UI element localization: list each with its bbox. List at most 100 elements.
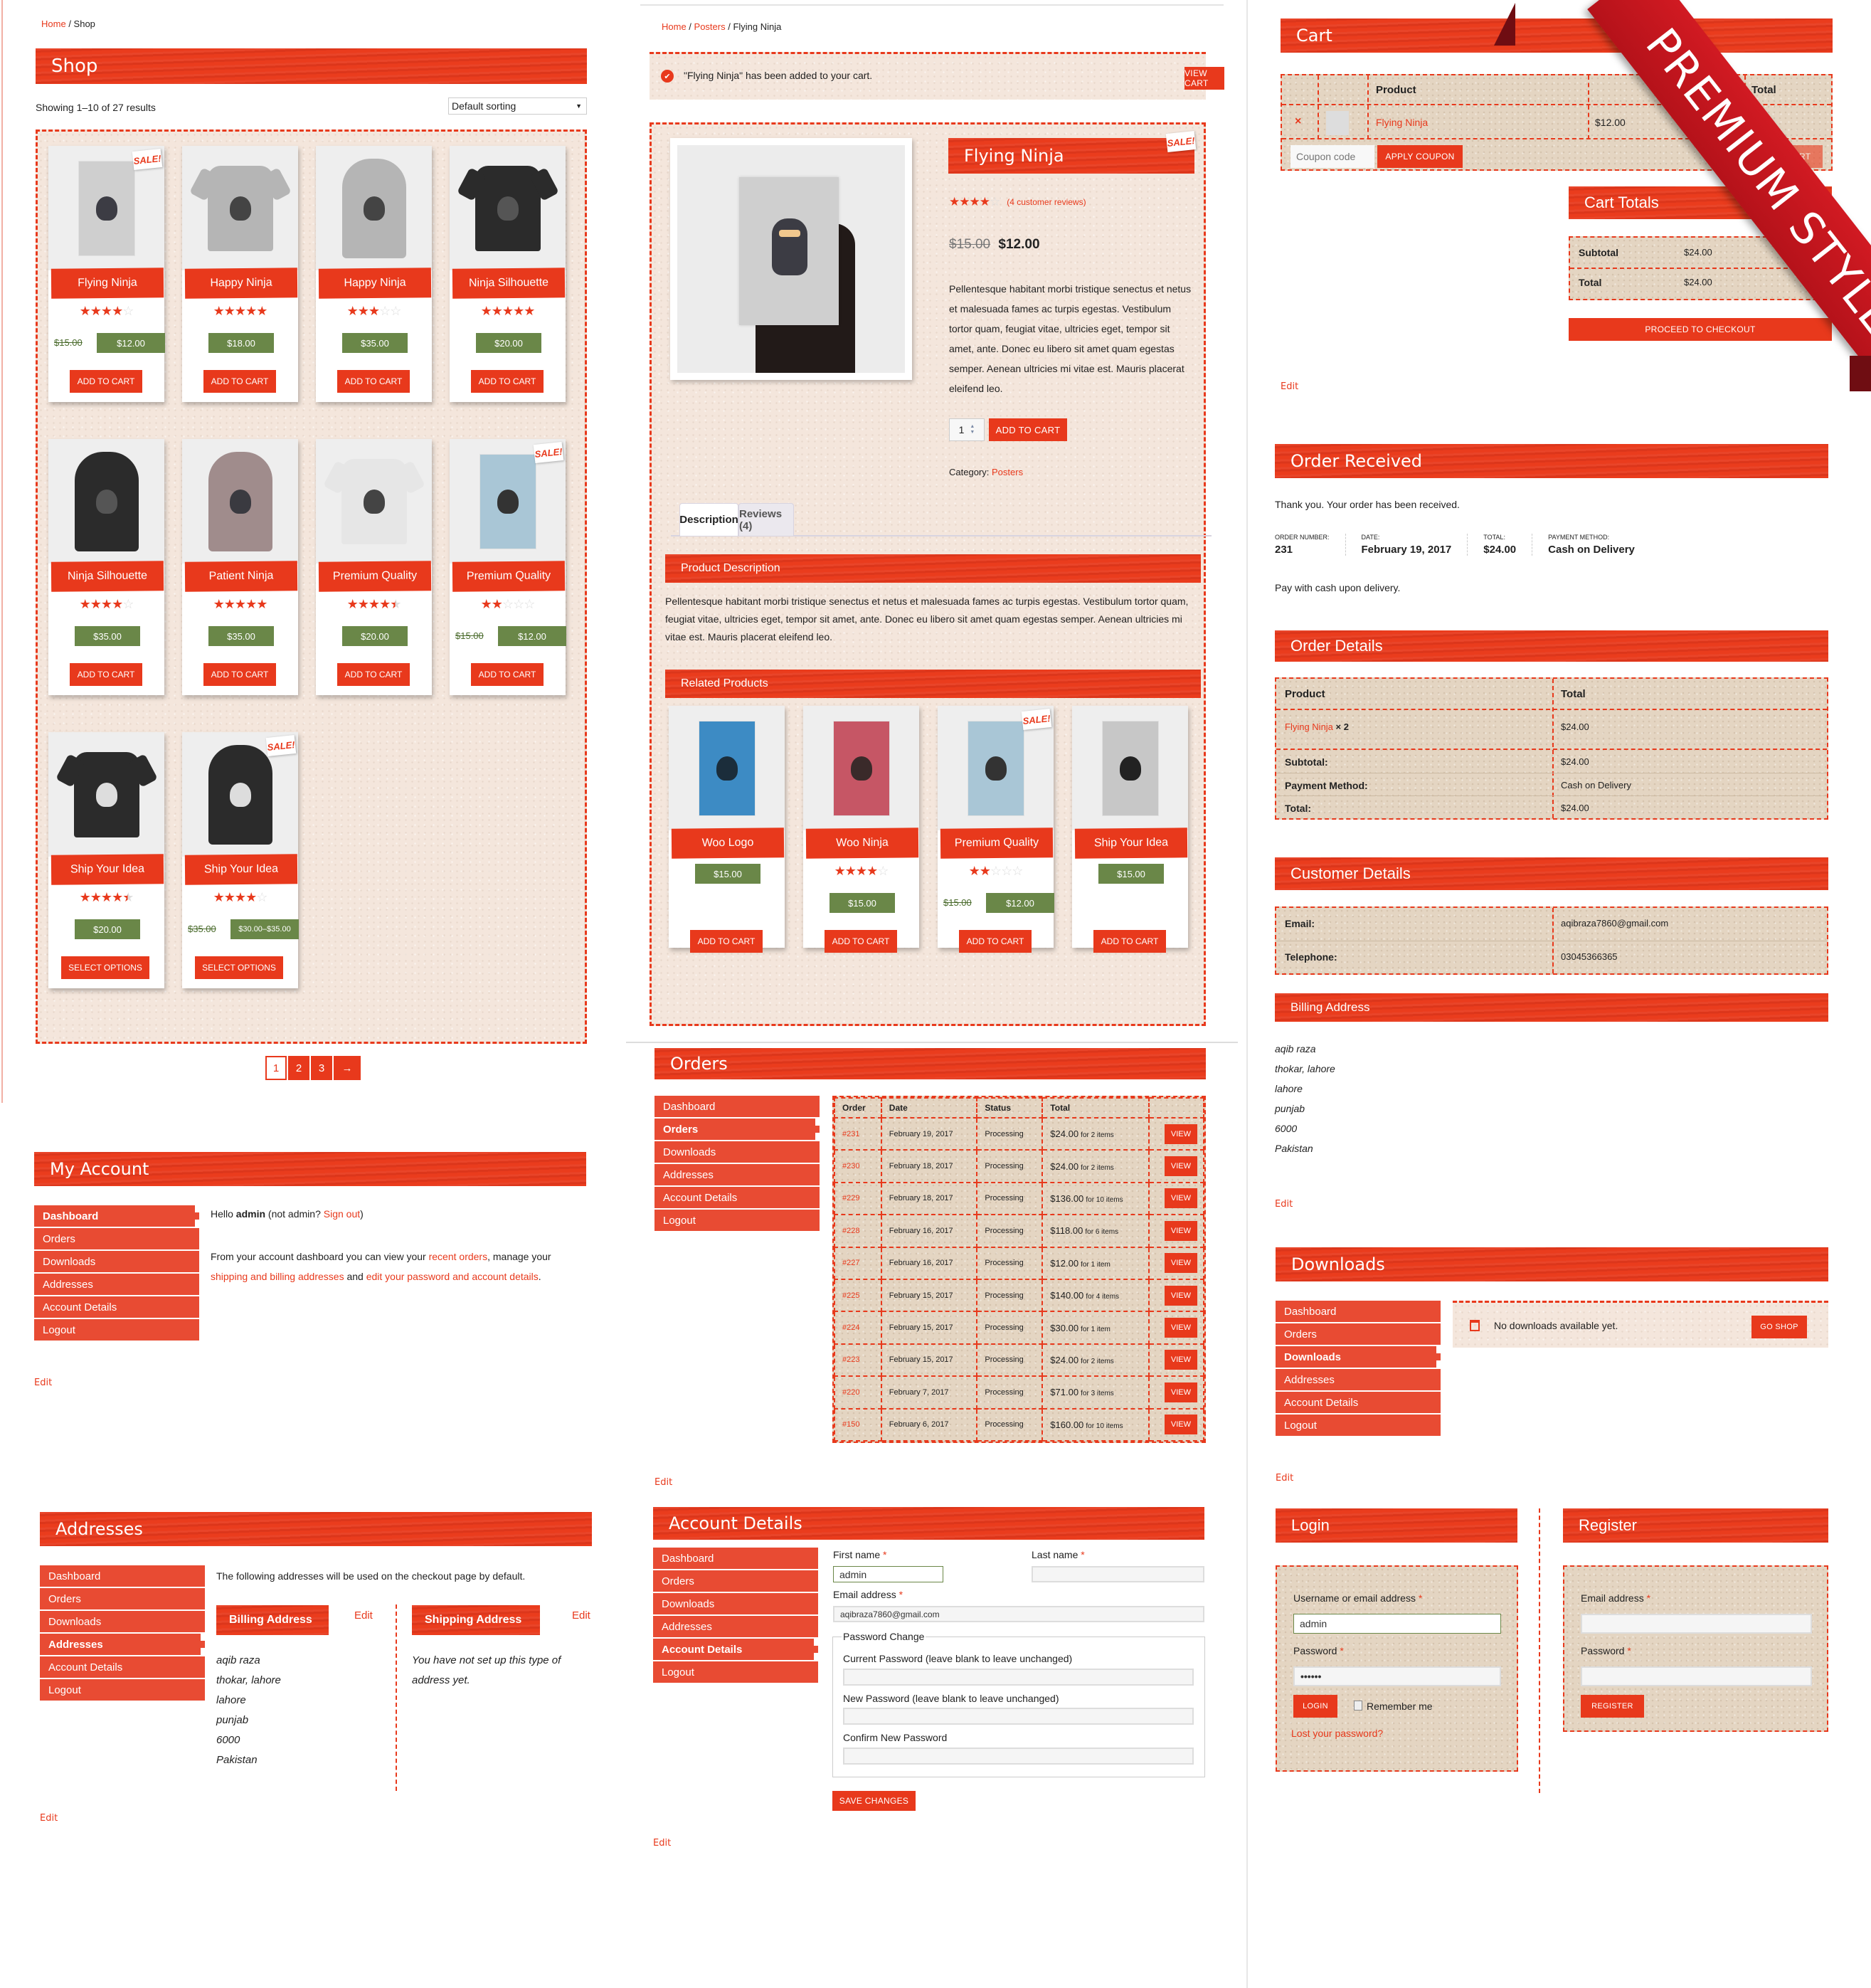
add-to-cart-button[interactable]: ADD TO CART: [337, 663, 410, 686]
nav-item-dashboard[interactable]: Dashboard: [654, 1096, 820, 1117]
view-order-button[interactable]: VIEW: [1164, 1318, 1197, 1338]
username-input[interactable]: [1293, 1614, 1501, 1634]
nav-item-addresses[interactable]: Addresses: [654, 1164, 820, 1185]
coupon-code-input[interactable]: [1290, 145, 1374, 168]
addresses-link[interactable]: shipping and billing addresses: [211, 1271, 344, 1282]
register-email-input[interactable]: [1581, 1614, 1812, 1634]
product-card[interactable]: SALE! Flying Ninja ★★★★☆ $15.00 $12.00 ADD TO…: [48, 146, 165, 402]
view-order-button[interactable]: VIEW: [1164, 1220, 1197, 1241]
nav-item-dashboard[interactable]: Dashboard: [40, 1565, 205, 1587]
nav-item-account-details[interactable]: Account Details: [34, 1296, 199, 1318]
account-details-link[interactable]: edit your password and account details: [366, 1271, 539, 1282]
lost-password-link[interactable]: Lost your password?: [1291, 1728, 1383, 1739]
password-input[interactable]: [1293, 1666, 1501, 1686]
product-title[interactable]: Premium Quality: [318, 561, 432, 592]
view-order-button[interactable]: VIEW: [1164, 1382, 1197, 1402]
order-number-link[interactable]: #230: [842, 1162, 859, 1170]
select-options-button[interactable]: SELECT OPTIONS: [195, 956, 283, 979]
order-number-link[interactable]: #150: [842, 1420, 859, 1429]
details-item-link[interactable]: Flying Ninja: [1285, 721, 1333, 732]
order-number-link[interactable]: #231: [842, 1130, 859, 1138]
add-to-cart-button[interactable]: ADD TO CART: [989, 418, 1067, 441]
product-image[interactable]: [1072, 706, 1188, 830]
order-number-link[interactable]: #225: [842, 1291, 859, 1300]
add-to-cart-button[interactable]: ADD TO CART: [471, 370, 544, 393]
product-image[interactable]: [677, 145, 905, 373]
quantity-stepper[interactable]: 1 ▲ ▼: [949, 418, 985, 441]
register-password-input[interactable]: [1581, 1666, 1812, 1686]
view-order-button[interactable]: VIEW: [1164, 1350, 1197, 1370]
cart-item-thumbnail[interactable]: [1326, 111, 1349, 135]
product-image[interactable]: [803, 706, 919, 830]
order-number-link[interactable]: #227: [842, 1259, 859, 1267]
add-to-cart-button[interactable]: ADD TO CART: [203, 370, 276, 393]
page-link[interactable]: 2: [288, 1056, 309, 1080]
nav-item-addresses[interactable]: Addresses: [1276, 1369, 1441, 1390]
last-name-input[interactable]: [1032, 1566, 1204, 1582]
order-received-edit-link[interactable]: Edit: [1275, 1199, 1293, 1210]
add-to-cart-button[interactable]: ADD TO CART: [70, 663, 142, 686]
product-title[interactable]: Ninja Silhouette: [51, 561, 164, 592]
page-link[interactable]: 3: [311, 1056, 332, 1080]
nav-item-orders[interactable]: Orders: [40, 1588, 205, 1609]
product-title[interactable]: Happy Ninja: [318, 268, 432, 299]
remove-item-icon[interactable]: ×: [1295, 115, 1301, 128]
nav-item-orders[interactable]: Orders: [1276, 1323, 1441, 1345]
shipping-edit-link[interactable]: Edit: [572, 1609, 590, 1622]
product-image[interactable]: [182, 146, 298, 270]
order-number-link[interactable]: #229: [842, 1194, 859, 1202]
view-order-button[interactable]: VIEW: [1164, 1156, 1197, 1177]
view-order-button[interactable]: VIEW: [1164, 1253, 1197, 1274]
nav-item-orders[interactable]: Orders: [654, 1119, 820, 1140]
view-order-button[interactable]: VIEW: [1164, 1285, 1197, 1306]
add-to-cart-button[interactable]: ADD TO CART: [203, 663, 276, 686]
reviews-link[interactable]: (4 customer reviews): [1007, 197, 1086, 207]
product-title[interactable]: Ship Your Idea: [184, 854, 298, 885]
nav-item-orders[interactable]: Orders: [653, 1570, 818, 1592]
tab-description[interactable]: Description: [679, 503, 738, 536]
breadcrumb-home-link[interactable]: Home: [41, 18, 66, 29]
product-title[interactable]: Premium Quality: [452, 561, 566, 592]
product-card[interactable]: SALE! Ship Your Idea ★★★★☆ $35.00 $30.00–$35…: [182, 732, 299, 988]
remember-me-checkbox[interactable]: [1354, 1701, 1362, 1711]
nav-item-logout[interactable]: Logout: [1276, 1415, 1441, 1436]
orders-edit-link[interactable]: Edit: [654, 1477, 672, 1488]
nav-item-downloads[interactable]: Downloads: [653, 1593, 818, 1614]
nav-item-logout[interactable]: Logout: [40, 1679, 205, 1701]
nav-item-downloads[interactable]: Downloads: [34, 1251, 199, 1272]
view-order-button[interactable]: VIEW: [1164, 1123, 1197, 1144]
breadcrumb-category-link[interactable]: Posters: [694, 21, 726, 32]
select-options-button[interactable]: SELECT OPTIONS: [61, 956, 149, 979]
add-to-cart-button[interactable]: ADD TO CART: [825, 930, 897, 953]
nav-item-dashboard[interactable]: Dashboard: [34, 1205, 199, 1227]
sorting-select[interactable]: Default sorting ▼: [448, 97, 587, 115]
nav-item-addresses[interactable]: Addresses: [40, 1634, 205, 1655]
email-input[interactable]: [833, 1606, 1204, 1622]
login-button[interactable]: LOGIN: [1293, 1695, 1337, 1718]
nav-item-account-details[interactable]: Account Details: [40, 1656, 205, 1678]
product-title[interactable]: Ship Your Idea: [1074, 828, 1188, 859]
product-card[interactable]: Premium Quality ★★★★★ $20.00 ADD TO CART: [316, 439, 432, 695]
next-page-arrow-icon[interactable]: →: [334, 1056, 361, 1080]
add-to-cart-button[interactable]: ADD TO CART: [959, 930, 1032, 953]
register-button[interactable]: REGISTER: [1581, 1695, 1644, 1718]
nav-item-addresses[interactable]: Addresses: [34, 1274, 199, 1295]
nav-item-account-details[interactable]: Account Details: [653, 1639, 818, 1660]
current-password-input[interactable]: [843, 1669, 1194, 1686]
product-image[interactable]: [316, 146, 432, 270]
product-card[interactable]: Patient Ninja ★★★★★ $35.00 ADD TO CART: [182, 439, 298, 695]
order-number-link[interactable]: #224: [842, 1323, 859, 1332]
account-details-edit-link[interactable]: Edit: [653, 1838, 671, 1849]
nav-item-orders[interactable]: Orders: [34, 1228, 199, 1249]
nav-item-dashboard[interactable]: Dashboard: [1276, 1301, 1441, 1322]
my-account-edit-link[interactable]: Edit: [34, 1378, 52, 1388]
update-cart-button[interactable]: UPDATE CART: [1737, 145, 1823, 168]
product-card[interactable]: Happy Ninja ★★★☆☆ $35.00 ADD TO CART: [316, 146, 432, 402]
product-title[interactable]: Happy Ninja: [184, 268, 298, 299]
product-card[interactable]: Ninja Silhouette ★★★★☆ $35.00 ADD TO CART: [48, 439, 164, 695]
product-title[interactable]: Woo Ninja: [805, 828, 919, 859]
order-number-link[interactable]: #223: [842, 1355, 859, 1364]
tab-reviews[interactable]: Reviews (4): [738, 503, 794, 536]
product-image[interactable]: [48, 439, 164, 564]
nav-item-downloads[interactable]: Downloads: [654, 1141, 820, 1163]
